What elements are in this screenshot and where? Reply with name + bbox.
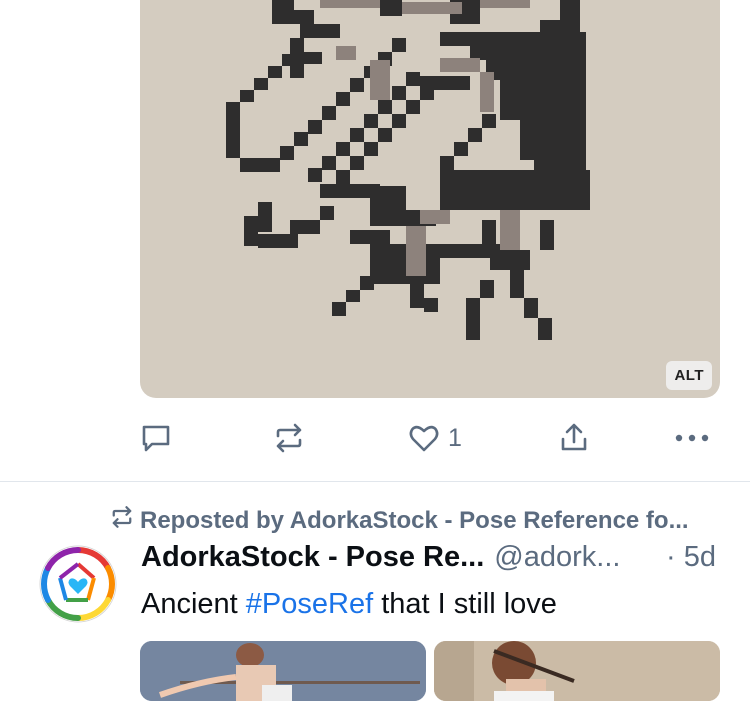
repost-icon bbox=[273, 422, 305, 454]
hashtag-link[interactable]: #PoseRef bbox=[246, 588, 373, 620]
post-image-1[interactable] bbox=[140, 641, 426, 701]
like-button[interactable]: 1 bbox=[408, 418, 462, 458]
post-text-end: that I still love bbox=[373, 588, 557, 620]
pixel-art-image bbox=[226, 0, 590, 340]
author-handle[interactable]: @adork... bbox=[494, 541, 620, 573]
aperture-logo-icon bbox=[39, 545, 117, 623]
more-options-button[interactable] bbox=[674, 418, 710, 458]
share-button[interactable] bbox=[558, 418, 590, 458]
pose-photo-2 bbox=[434, 641, 720, 701]
post-text: Ancient #PoseRef that I still love bbox=[141, 588, 557, 621]
post-image[interactable]: ALT bbox=[140, 0, 720, 398]
avatar[interactable] bbox=[36, 542, 120, 626]
author-name[interactable]: AdorkaStock - Pose Re... bbox=[141, 541, 484, 573]
share-icon bbox=[558, 422, 590, 454]
post-divider bbox=[0, 481, 750, 482]
more-icon bbox=[674, 422, 710, 454]
post-image-2[interactable] bbox=[434, 641, 720, 701]
reply-button[interactable] bbox=[140, 418, 172, 458]
comment-icon bbox=[140, 422, 172, 454]
post-timestamp[interactable]: · 5d bbox=[666, 541, 716, 574]
repost-button[interactable] bbox=[273, 418, 305, 458]
repost-indicator[interactable]: Reposted by AdorkaStock - Pose Reference… bbox=[110, 505, 689, 536]
pose-photo-1 bbox=[140, 641, 426, 701]
post-text-start: Ancient bbox=[141, 588, 246, 620]
alt-badge[interactable]: ALT bbox=[666, 361, 712, 390]
post-action-bar: 1 bbox=[140, 418, 720, 458]
repost-icon bbox=[110, 505, 140, 536]
repost-label: Reposted by AdorkaStock - Pose Reference… bbox=[140, 506, 689, 534]
post-author[interactable]: AdorkaStock - Pose Re... @adork... bbox=[141, 541, 620, 574]
heart-icon bbox=[408, 422, 440, 454]
like-count: 1 bbox=[448, 423, 462, 452]
